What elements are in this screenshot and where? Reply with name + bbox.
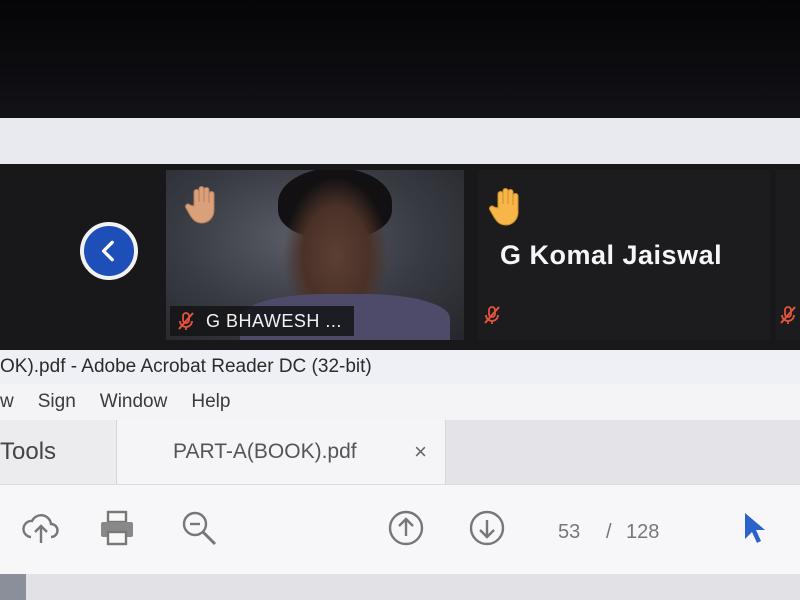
page-up-icon[interactable]: [385, 507, 427, 549]
tab-document-label: PART-A(BOOK).pdf: [173, 440, 357, 463]
participant-video-face: [284, 178, 388, 304]
current-page-number[interactable]: 53: [558, 521, 580, 544]
tab-bar: Tools PART-A(BOOK).pdf ×: [0, 420, 800, 484]
menu-item-window[interactable]: Window: [100, 391, 168, 413]
participant-tile-partial[interactable]: [776, 170, 800, 340]
menu-item-help[interactable]: Help: [191, 391, 230, 413]
acrobat-window: OK).pdf - Adobe Acrobat Reader DC (32-bi…: [0, 350, 800, 600]
raised-hand-icon: [185, 186, 215, 224]
chevron-left-icon: [101, 240, 114, 262]
screen-bezel: [0, 0, 800, 118]
select-cursor-icon[interactable]: [742, 511, 768, 545]
meeting-window: G BHAWESH ... G Komal Jaiswal: [0, 118, 800, 350]
upload-cloud-icon[interactable]: [20, 507, 62, 549]
participant-name-bar: G BHAWESH ...: [170, 306, 354, 336]
previous-page-button[interactable]: [80, 222, 138, 280]
participant-strip: G BHAWESH ... G Komal Jaiswal: [0, 164, 800, 350]
toolbar: 53 / 128: [0, 484, 800, 574]
page-separator: /: [606, 521, 612, 543]
zoom-out-icon[interactable]: [178, 507, 220, 549]
print-icon[interactable]: [96, 507, 138, 549]
participant-name: G BHAWESH ...: [206, 310, 342, 331]
menu-item-view[interactable]: w: [0, 391, 14, 413]
mic-muted-icon: [484, 306, 500, 324]
menu-item-sign[interactable]: Sign: [38, 391, 76, 413]
tab-close-button[interactable]: ×: [414, 439, 427, 465]
mic-muted-icon: [178, 312, 194, 330]
tab-bar-empty: [446, 420, 800, 484]
tab-tools[interactable]: Tools: [0, 420, 116, 484]
participant-tile-video[interactable]: G BHAWESH ...: [166, 170, 464, 340]
participant-mic-status: [482, 305, 502, 330]
menu-bar: w Sign Window Help: [0, 384, 800, 420]
window-title: OK).pdf - Adobe Acrobat Reader DC (32-bi…: [0, 356, 372, 377]
mic-muted-icon: [780, 306, 796, 324]
total-pages: 128: [626, 521, 660, 543]
participant-name-large: G Komal Jaiswal: [500, 240, 723, 270]
document-area: [0, 574, 800, 600]
sidebar-toggle[interactable]: [0, 574, 26, 600]
participant-mic-status: [778, 305, 798, 330]
window-titlebar: OK).pdf - Adobe Acrobat Reader DC (32-bi…: [0, 350, 800, 384]
tab-document[interactable]: PART-A(BOOK).pdf ×: [116, 420, 446, 484]
participant-tile-name[interactable]: G Komal Jaiswal: [478, 170, 770, 340]
raised-hand-icon: [489, 188, 519, 226]
page-down-icon[interactable]: [466, 507, 508, 549]
